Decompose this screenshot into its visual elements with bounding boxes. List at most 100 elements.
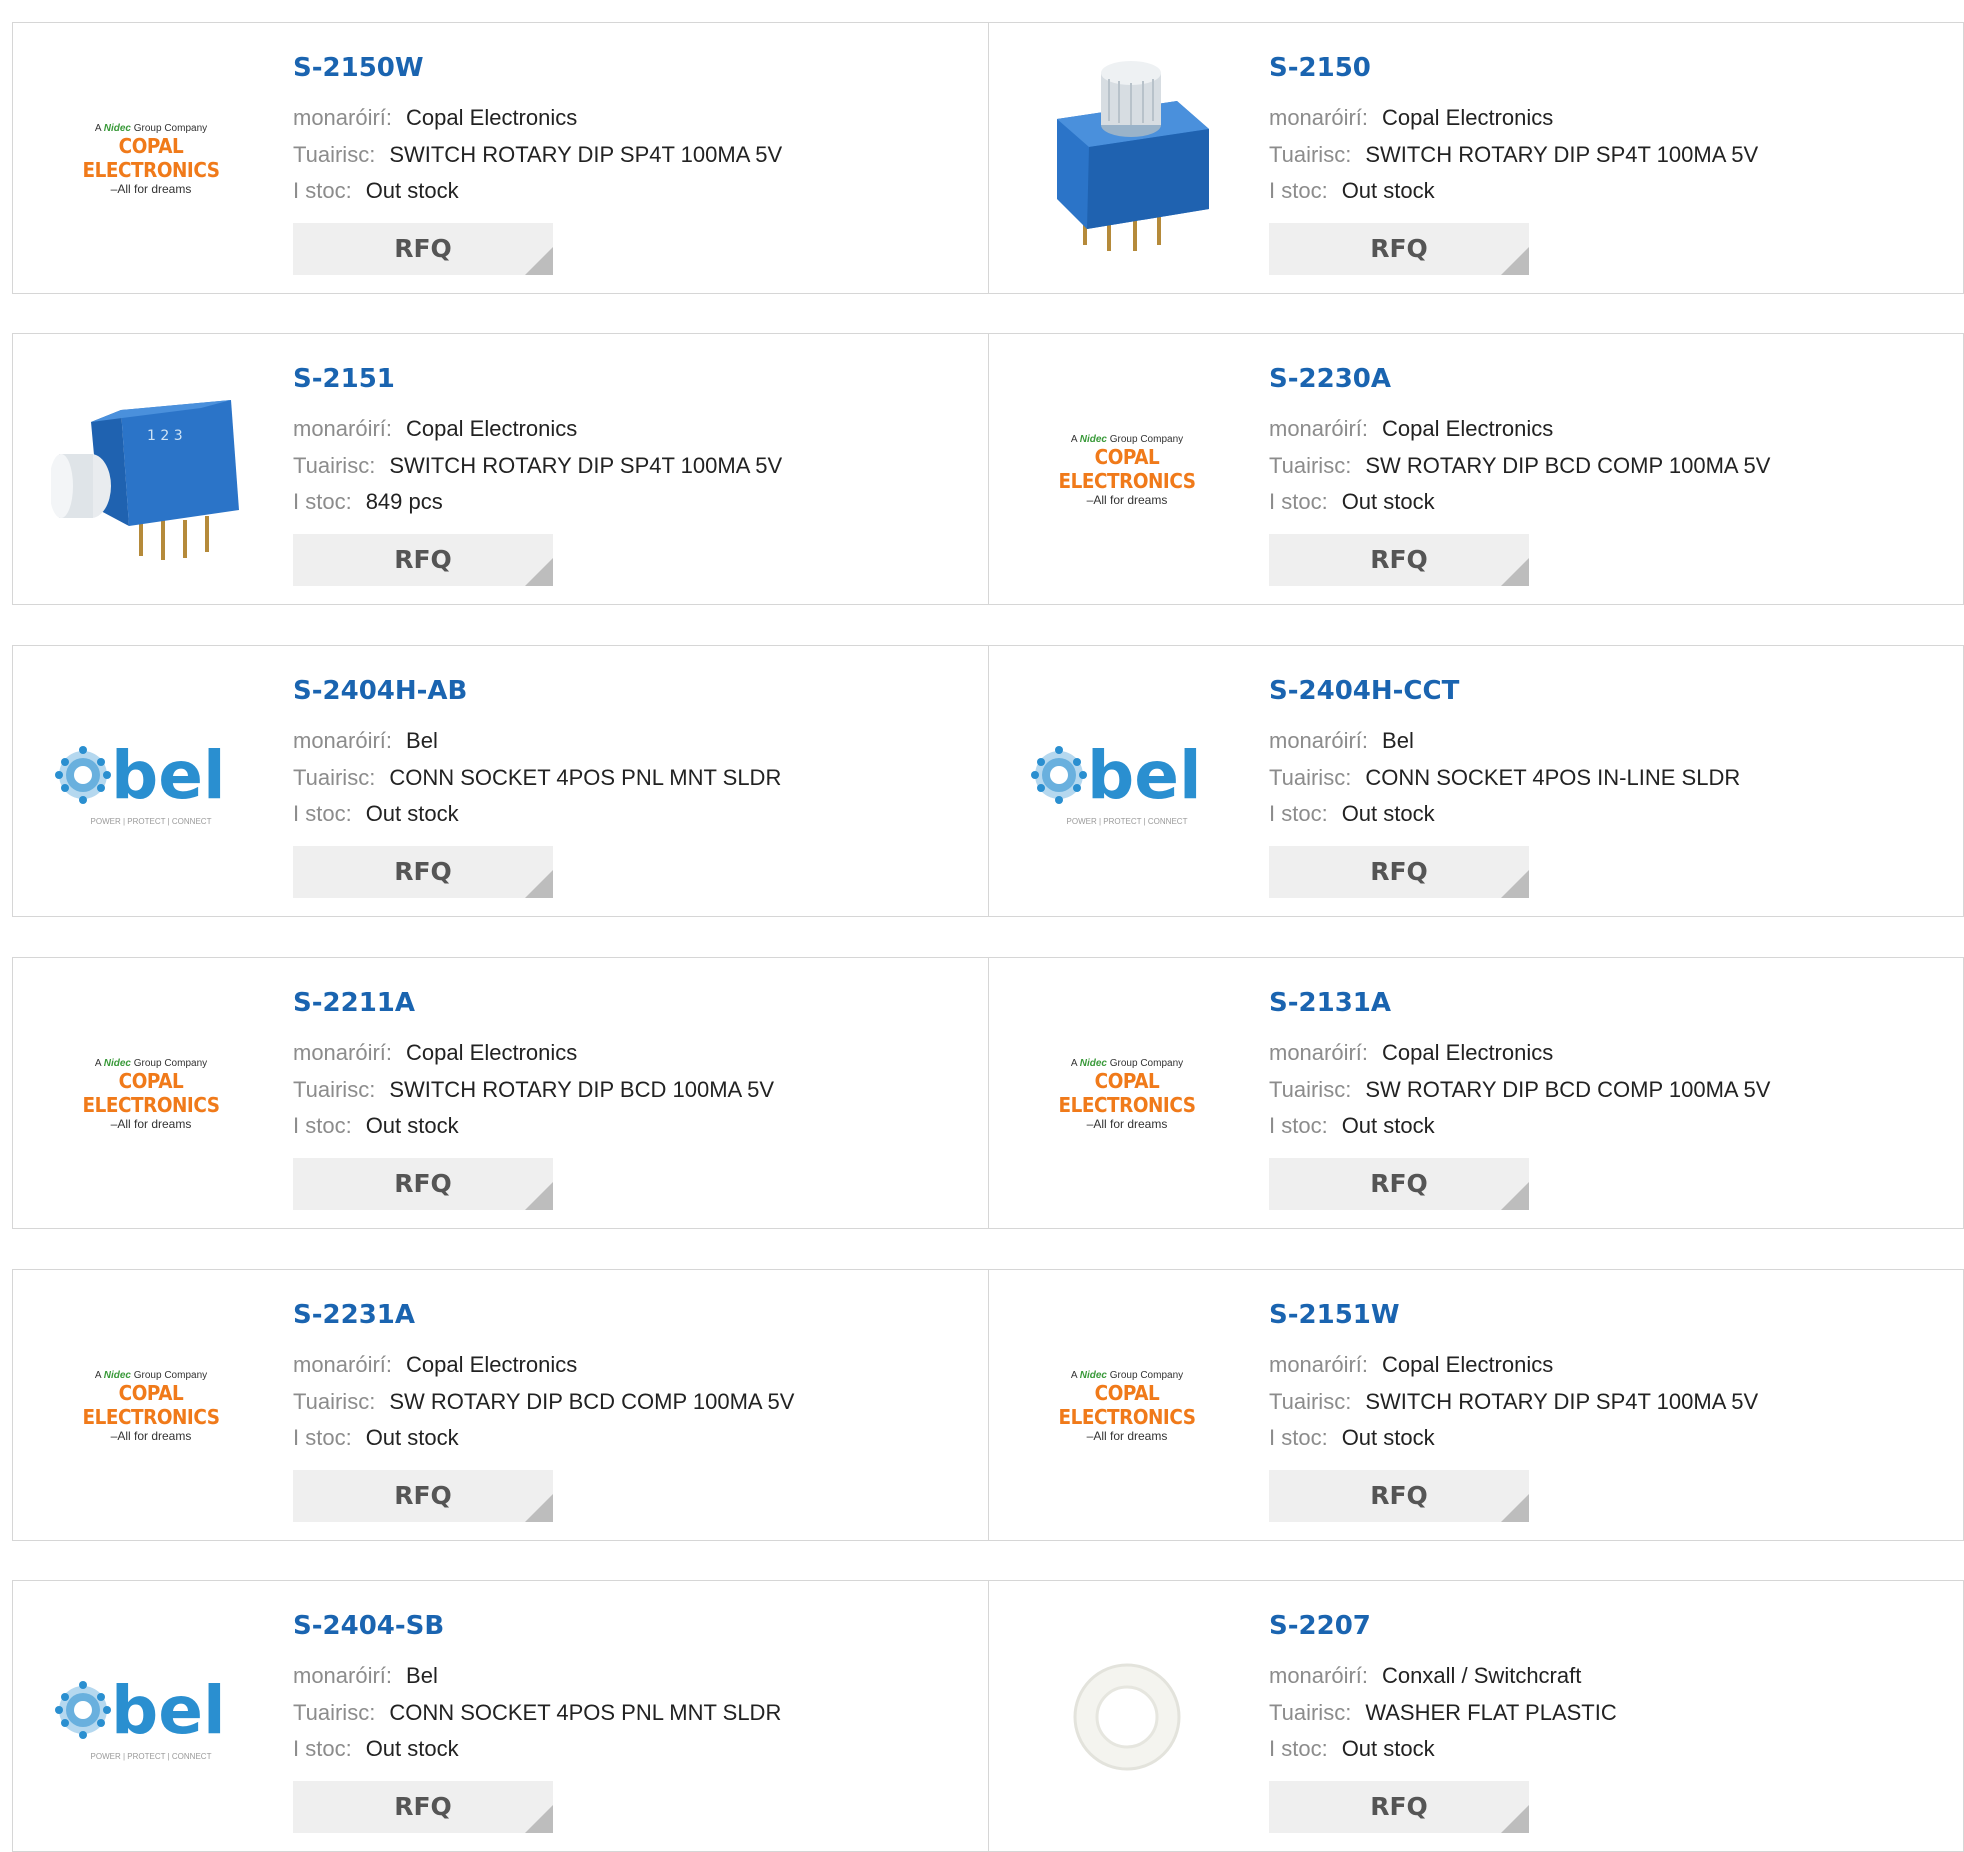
part-number-link[interactable]: S-2150W: [293, 53, 424, 83]
product-image[interactable]: A Nidec Group Company COPAL ELECTRONICS …: [1027, 370, 1227, 570]
description-label: Tuairisc:: [1269, 142, 1352, 167]
rfq-button[interactable]: RFQ: [1269, 846, 1529, 898]
rfq-button[interactable]: RFQ: [1269, 1781, 1529, 1833]
rfq-button[interactable]: RFQ: [1269, 1470, 1529, 1522]
manufacturer-value: Copal Electronics: [1382, 105, 1554, 130]
part-number-link[interactable]: S-2404H-CCT: [1269, 676, 1459, 706]
product-row: 1 2 3 S-2151 monaróirí: Copal Electronics…: [12, 333, 1964, 605]
part-number-link[interactable]: S-2231A: [293, 1300, 415, 1330]
copal-electronics-logo: A Nidec Group Company COPAL ELECTRONICS …: [1058, 1369, 1196, 1443]
manufacturer-value: Copal Electronics: [406, 416, 578, 441]
manufacturer-label: monaróirí:: [293, 105, 393, 130]
product-image[interactable]: A Nidec Group Company COPAL ELECTRONICS …: [1027, 1306, 1227, 1506]
manufacturer-value: Copal Electronics: [1382, 416, 1554, 441]
rfq-button[interactable]: RFQ: [293, 223, 553, 275]
part-number-link[interactable]: S-2230A: [1269, 364, 1391, 394]
stock-value: Out stock: [1341, 801, 1435, 826]
corner-triangle-icon: [525, 1494, 553, 1522]
description-line: Tuairisc: SW ROTARY DIP BCD COMP 100MA 5V: [1269, 1077, 1770, 1103]
manufacturer-value: Copal Electronics: [1382, 1040, 1554, 1065]
description-value: SW ROTARY DIP BCD COMP 100MA 5V: [1365, 453, 1771, 478]
description-line: Tuairisc: CONN SOCKET 4POS PNL MNT SLDR: [293, 765, 781, 791]
description-value: SWITCH ROTARY DIP SP4T 100MA 5V: [389, 142, 783, 167]
description-label: Tuairisc:: [293, 1389, 376, 1414]
manufacturer-label: monaróirí:: [1269, 416, 1369, 441]
stock-value: Out stock: [365, 1425, 459, 1450]
corner-triangle-icon: [1501, 1182, 1529, 1210]
part-number-link[interactable]: S-2404H-AB: [293, 676, 467, 706]
stock-value: 849 pcs: [365, 489, 443, 514]
rfq-button[interactable]: RFQ: [293, 846, 553, 898]
corner-triangle-icon: [1501, 870, 1529, 898]
stock-line: I stoc: Out stock: [1269, 801, 1435, 827]
product-image[interactable]: A Nidec Group Company COPAL ELECTRONICS …: [51, 59, 251, 259]
svg-text:bel: bel: [1087, 737, 1202, 814]
stock-label: I stoc:: [293, 1736, 352, 1761]
corner-triangle-icon: [525, 1182, 553, 1210]
product-image[interactable]: A Nidec Group Company COPAL ELECTRONICS …: [51, 1306, 251, 1506]
description-label: Tuairisc:: [1269, 1077, 1352, 1102]
manufacturer-line: monaróirí: Copal Electronics: [293, 1352, 577, 1378]
rfq-label: RFQ: [394, 857, 452, 886]
manufacturer-label: monaróirí:: [1269, 728, 1369, 753]
product-image[interactable]: [1027, 59, 1227, 259]
manufacturer-value: Conxall / Switchcraft: [1382, 1663, 1582, 1688]
product-card: S-2207 monaróirí: Conxall / Switchcraft T…: [988, 1581, 1963, 1851]
manufacturer-value: Bel: [406, 728, 438, 753]
rfq-button[interactable]: RFQ: [293, 1781, 553, 1833]
product-image[interactable]: bel POWER | PROTECT | CONNECT: [51, 1617, 251, 1817]
rfq-button[interactable]: RFQ: [293, 1158, 553, 1210]
copal-electronics-logo: A Nidec Group Company COPAL ELECTRONICS …: [82, 1057, 220, 1131]
bel-logo: bel POWER | PROTECT | CONNECT: [55, 1672, 226, 1761]
part-number-link[interactable]: S-2151: [293, 364, 395, 394]
manufacturer-label: monaróirí:: [293, 728, 393, 753]
stock-value: Out stock: [1341, 489, 1435, 514]
corner-triangle-icon: [525, 1805, 553, 1833]
product-card: bel POWER | PROTECT | CONNECT S-2404H-AB…: [13, 646, 988, 916]
part-number-link[interactable]: S-2150: [1269, 53, 1371, 83]
stock-line: I stoc: Out stock: [1269, 1736, 1435, 1762]
product-card: bel POWER | PROTECT | CONNECT S-2404-SB …: [13, 1581, 988, 1851]
part-number-link[interactable]: S-2131A: [1269, 988, 1391, 1018]
part-number-link[interactable]: S-2151W: [1269, 1300, 1400, 1330]
rfq-button[interactable]: RFQ: [293, 1470, 553, 1522]
stock-value: Out stock: [365, 1113, 459, 1138]
copal-electronics-logo: A Nidec Group Company COPAL ELECTRONICS …: [82, 1369, 220, 1443]
product-card: A Nidec Group Company COPAL ELECTRONICS …: [988, 334, 1963, 604]
rfq-button[interactable]: RFQ: [1269, 1158, 1529, 1210]
product-image[interactable]: A Nidec Group Company COPAL ELECTRONICS …: [51, 994, 251, 1194]
manufacturer-label: monaróirí:: [1269, 1663, 1369, 1688]
product-image[interactable]: [1027, 1617, 1227, 1817]
description-value: SWITCH ROTARY DIP SP4T 100MA 5V: [1365, 1389, 1759, 1414]
product-row: A Nidec Group Company COPAL ELECTRONICS …: [12, 1269, 1964, 1541]
product-image[interactable]: A Nidec Group Company COPAL ELECTRONICS …: [1027, 994, 1227, 1194]
svg-text:bel: bel: [111, 737, 226, 814]
stock-value: Out stock: [365, 801, 459, 826]
stock-line: I stoc: Out stock: [1269, 1425, 1435, 1451]
corner-triangle-icon: [525, 870, 553, 898]
manufacturer-line: monaróirí: Copal Electronics: [1269, 416, 1553, 442]
part-number-link[interactable]: S-2404-SB: [293, 1611, 444, 1641]
stock-label: I stoc:: [1269, 178, 1328, 203]
stock-label: I stoc:: [293, 801, 352, 826]
stock-value: Out stock: [365, 1736, 459, 1761]
copal-electronics-logo: A Nidec Group Company COPAL ELECTRONICS …: [1058, 1057, 1196, 1131]
description-label: Tuairisc:: [1269, 765, 1352, 790]
manufacturer-line: monaróirí: Bel: [293, 728, 438, 754]
product-card: A Nidec Group Company COPAL ELECTRONICS …: [13, 958, 988, 1228]
manufacturer-value: Bel: [1382, 728, 1414, 753]
part-number-link[interactable]: S-2207: [1269, 1611, 1371, 1641]
rfq-button[interactable]: RFQ: [1269, 534, 1529, 586]
product-row: A Nidec Group Company COPAL ELECTRONICS …: [12, 957, 1964, 1229]
part-number-link[interactable]: S-2211A: [293, 988, 415, 1018]
rfq-label: RFQ: [394, 1169, 452, 1198]
rfq-button[interactable]: RFQ: [1269, 223, 1529, 275]
rfq-button[interactable]: RFQ: [293, 534, 553, 586]
product-image[interactable]: bel POWER | PROTECT | CONNECT: [51, 682, 251, 882]
product-image[interactable]: 1 2 3: [51, 370, 251, 570]
product-row: A Nidec Group Company COPAL ELECTRONICS …: [12, 22, 1964, 294]
manufacturer-label: monaróirí:: [293, 416, 393, 441]
product-image[interactable]: bel POWER | PROTECT | CONNECT: [1027, 682, 1227, 882]
description-label: Tuairisc:: [1269, 1700, 1352, 1725]
stock-value: Out stock: [1341, 178, 1435, 203]
